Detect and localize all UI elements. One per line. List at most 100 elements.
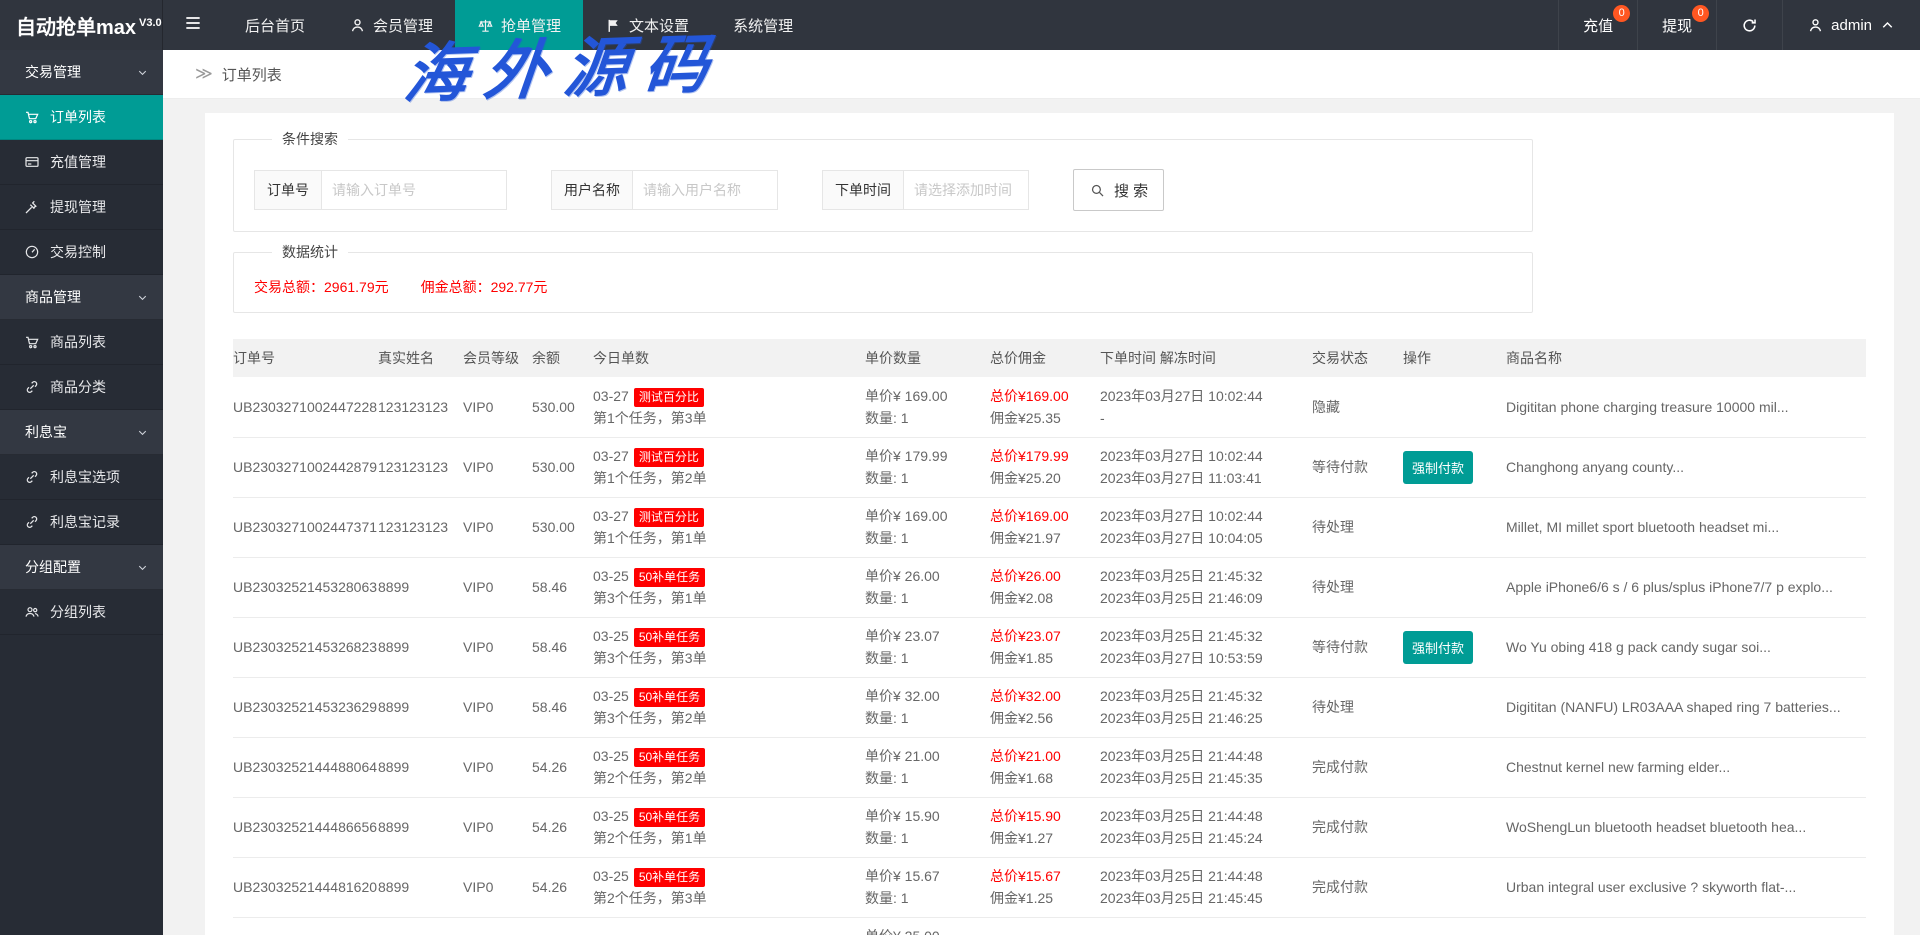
cell-today-orders: 03-25 50补单任务 第2个任务，第3单 (593, 857, 865, 918)
sidebar-item-order-list[interactable]: 订单列表 (0, 95, 163, 140)
username-input[interactable] (633, 170, 778, 210)
today-date: 03-27 (593, 508, 629, 524)
cell-unit-price: 单价¥ 15.67 数量: 1 (865, 857, 990, 918)
topnav-item-home[interactable]: 后台首页 (223, 0, 327, 50)
cell-unit-price: 单价¥ 21.00 数量: 1 (865, 737, 990, 798)
sidebar-item-goods-category[interactable]: 商品分类 (0, 365, 163, 410)
quantity: 数量: 1 (865, 770, 909, 786)
order-no-input[interactable] (322, 170, 507, 210)
sidebar-group-interest[interactable]: 利息宝 (0, 410, 163, 455)
quantity: 数量: 1 (865, 470, 909, 486)
cell-times: 2023年03月27日 10:02:44 - (1100, 377, 1312, 438)
sidebar-item-label: 分组列表 (50, 604, 106, 620)
cell-real-name: 8899 (378, 617, 463, 678)
table-row: UB23032521441277968899VIP050.2603-2550补单… (233, 917, 1866, 935)
sidebar-group-label: 分组配置 (25, 559, 81, 575)
column-header: 今日单数 (593, 339, 865, 377)
cell-unit-price: 单价¥ 32.00 数量: 1 (865, 677, 990, 738)
gavel-icon (24, 199, 40, 215)
users-icon (24, 604, 40, 620)
search-button[interactable]: 搜 索 (1073, 169, 1165, 211)
topnav-item-label: 会员管理 (373, 17, 434, 35)
commission: 佣金¥21.97 (990, 530, 1061, 546)
flag-icon (605, 17, 622, 34)
chevron-down-icon (136, 426, 149, 439)
today-line: 03-25 50补单任务 (593, 865, 855, 887)
today-date: 03-25 (593, 568, 629, 584)
refresh-button[interactable] (1716, 0, 1782, 50)
task-type-badge: 测试百分比 (633, 508, 704, 527)
topnav-item-system[interactable]: 系统管理 (711, 0, 815, 50)
commission: 佣金¥1.27 (990, 830, 1054, 846)
cell-order-no: UB2303252145326823 (233, 617, 378, 678)
topnav-item-members[interactable]: 会员管理 (327, 0, 455, 50)
sidebar-item-interest-options[interactable]: 利息宝选项 (0, 455, 163, 500)
link-icon (24, 469, 40, 485)
cell-product-name: WoShengLun bluetooth headset bluetooth h… (1506, 797, 1866, 858)
order-time-input[interactable] (904, 170, 1029, 210)
cell-order-no: UB2303252144481620 (233, 857, 378, 918)
breadcrumb: ≫ 订单列表 (163, 50, 1920, 99)
cell-unit-price: 单价¥ 25.00数量: 1 (865, 917, 990, 935)
topnav-item-text[interactable]: 文本设置 (583, 0, 711, 50)
cell-product-name: Liu Tao yunnan stone forest fruit net ro… (1506, 917, 1866, 935)
table-row: UB2303252145323629 8899 VIP0 58.46 03-25 50补单… (233, 677, 1866, 738)
today-date: 03-25 (593, 688, 629, 704)
order-time: 2023年03月25日 21:45:32 (1100, 568, 1263, 584)
cell-vip-level: VIP0 (463, 857, 532, 918)
cell-unit-price: 单价¥ 15.90 数量: 1 (865, 797, 990, 858)
search-icon (1089, 182, 1106, 199)
cell-order-no: UB2303252145328063 (233, 557, 378, 618)
cell-total-commission: 总价¥25.00 (990, 917, 1100, 935)
sidebar-item-goods-list[interactable]: 商品列表 (0, 320, 163, 365)
chevron-down-icon (136, 66, 149, 79)
table-row: UB2303271002447228 123123123 VIP0 530.00 03-… (233, 377, 1866, 438)
cell-times: 2023年03月25日 21:44:48 2023年03月25日 21:45:35 (1100, 737, 1312, 798)
sidebar-item-interest-records[interactable]: 利息宝记录 (0, 500, 163, 545)
quantity: 数量: 1 (865, 710, 909, 726)
sidebar-group-goods[interactable]: 商品管理 (0, 275, 163, 320)
cell-action (1403, 497, 1506, 558)
topbar-recharge-button[interactable]: 充值 0 (1558, 0, 1637, 50)
task-type-badge: 测试百分比 (633, 448, 704, 467)
table-row: UB2303252144481620 8899 VIP0 54.26 03-25 50补单… (233, 857, 1866, 918)
cell-balance: 50.26 (532, 917, 593, 935)
sidebar-item-group-list[interactable]: 分组列表 (0, 590, 163, 635)
total-commission-amount: 佣金总额：292.77元 (420, 279, 548, 295)
unit-price: 单价¥ 21.00 (865, 748, 940, 764)
link-icon (24, 379, 40, 395)
task-progress: 第3个任务，第2单 (593, 710, 707, 726)
topbar-withdraw-button[interactable]: 提现 0 (1637, 0, 1716, 50)
sidebar-group-trade[interactable]: 交易管理 (0, 50, 163, 95)
column-header: 交易状态 (1312, 339, 1403, 377)
sidebar-item-withdraw-mgmt[interactable]: 提现管理 (0, 185, 163, 230)
topnav-item-orders[interactable]: 抢单管理 (455, 0, 584, 50)
hamburger-icon[interactable] (163, 0, 223, 50)
cell-balance: 58.46 (532, 677, 593, 738)
today-line: 03-25 50补单任务 (593, 685, 855, 707)
unfreeze-time: 2023年03月25日 21:46:09 (1100, 590, 1263, 606)
quantity: 数量: 1 (865, 530, 909, 546)
cell-status: 等待付款 (1312, 617, 1403, 678)
cell-action: 强制付款 (1403, 437, 1506, 498)
unit-price: 单价¥ 169.00 (865, 508, 948, 524)
total-price: 总价¥179.99 (990, 448, 1069, 464)
search-legend: 条件搜索 (282, 131, 338, 147)
cell-action (1403, 737, 1506, 798)
cell-unit-price: 单价¥ 26.00 数量: 1 (865, 557, 990, 618)
order-time: 2023年03月25日 21:44:48 (1100, 808, 1263, 824)
cell-balance: 58.46 (532, 617, 593, 678)
unfreeze-time: 2023年03月27日 10:53:59 (1100, 650, 1263, 666)
sidebar-group-grouping[interactable]: 分组配置 (0, 545, 163, 590)
sidebar-item-trade-control[interactable]: 交易控制 (0, 230, 163, 275)
force-pay-button[interactable]: 强制付款 (1403, 630, 1474, 664)
cell-order-no: UB2303271002442879 (233, 437, 378, 498)
admin-menu[interactable]: admin (1782, 0, 1920, 50)
cell-real-name: 8899 (378, 857, 463, 918)
force-pay-button[interactable]: 强制付款 (1403, 450, 1474, 484)
cell-total-commission: 总价¥15.67 佣金¥1.25 (990, 857, 1100, 918)
sidebar-item-recharge-mgmt[interactable]: 充值管理 (0, 140, 163, 185)
order-time: 2023年03月25日 21:44:48 (1100, 748, 1263, 764)
cell-total-commission: 总价¥26.00 佣金¥2.08 (990, 557, 1100, 618)
cell-action (1403, 677, 1506, 738)
